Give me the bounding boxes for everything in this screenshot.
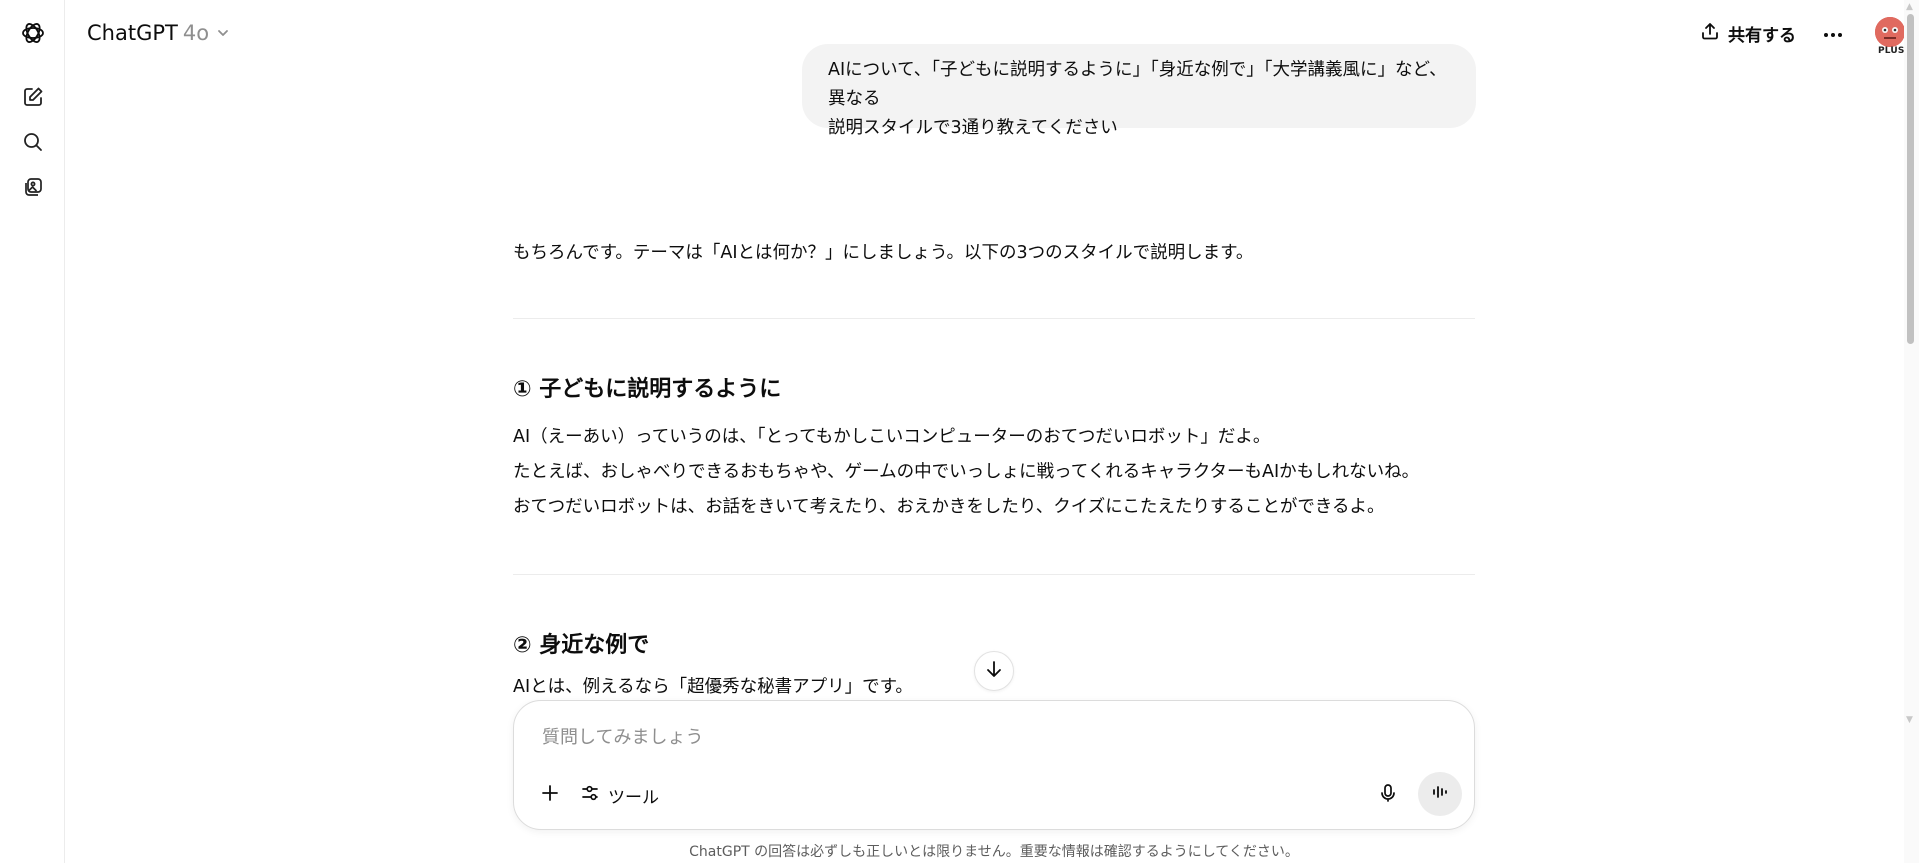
plan-badge: PLUS <box>1878 46 1905 56</box>
openai-logo-icon[interactable] <box>16 16 50 50</box>
waveform-icon <box>1430 782 1450 806</box>
scroll-down-arrow-icon[interactable]: ▼ <box>1906 715 1913 725</box>
model-name: ChatGPT <box>87 21 178 45</box>
divider <box>513 574 1475 575</box>
scroll-up-arrow-icon[interactable]: ▲ <box>1906 2 1913 12</box>
disclaimer: ChatGPT の回答は必ずしも正しいとは限りません。重要な情報は確認するように… <box>689 844 1299 860</box>
attach-button[interactable] <box>532 777 568 813</box>
microphone-icon <box>1378 783 1398 807</box>
model-selector[interactable]: ChatGPT 4o <box>87 18 230 48</box>
user-message-line: 説明スタイルで3通り教えてください <box>828 118 1118 138</box>
share-button[interactable]: 共有する <box>1700 18 1796 48</box>
assistant-intro: もちろんです。テーマは「AIとは何か？」にしましょう。以下の3つのスタイルで説明… <box>513 243 1254 263</box>
more-options-button[interactable] <box>1818 17 1848 47</box>
prompt-input[interactable] <box>540 721 1424 753</box>
voice-mode-button[interactable] <box>1418 772 1462 816</box>
library-icon[interactable] <box>16 170 50 204</box>
scrollbar-thumb[interactable] <box>1907 14 1914 344</box>
divider <box>513 318 1475 319</box>
section-paragraph: たとえば、おしゃべりできるおもちゃや、ゲームの中でいっしょに戦ってくれるキャラク… <box>513 462 1420 482</box>
tools-button[interactable]: ツール <box>580 777 659 813</box>
section-heading: ① 子どもに説明するように <box>513 377 782 402</box>
section-paragraph: おてつだいロボットは、お話をきいて考えたり、おえかきをしたり、クイズにこたえたり… <box>513 497 1385 517</box>
model-version: 4o <box>182 21 210 45</box>
share-label: 共有する <box>1728 25 1796 46</box>
share-icon <box>1700 21 1720 46</box>
chevron-down-icon <box>216 21 230 45</box>
search-icon[interactable] <box>16 125 50 159</box>
tools-label: ツール <box>608 787 659 808</box>
new-chat-icon[interactable] <box>16 80 50 114</box>
plus-icon <box>540 783 560 807</box>
section-paragraph: AI（えーあい）っていうのは、「とってもかしこいコンピューターのおてつだいロボッ… <box>513 427 1271 447</box>
avatar[interactable] <box>1875 17 1905 47</box>
user-message: AIについて、「子どもに説明するように」「身近な例で」「大学講義風に」など、異な… <box>802 44 1476 138</box>
dictate-button[interactable] <box>1370 777 1406 813</box>
composer: ツール <box>513 700 1475 830</box>
user-message-line: AIについて、「子どもに説明するように」「身近な例で」「大学講義風に」など、異な… <box>828 60 1447 109</box>
scroll-to-bottom-button[interactable] <box>974 651 1014 691</box>
more-horizontal-icon <box>1823 23 1843 42</box>
arrow-down-icon <box>984 659 1004 683</box>
sliders-icon <box>580 783 600 808</box>
assistant-section: ① 子どもに説明するように AI（えーあい）っていうのは、「とってもかしこいコン… <box>513 374 1475 525</box>
left-rail <box>0 0 65 863</box>
